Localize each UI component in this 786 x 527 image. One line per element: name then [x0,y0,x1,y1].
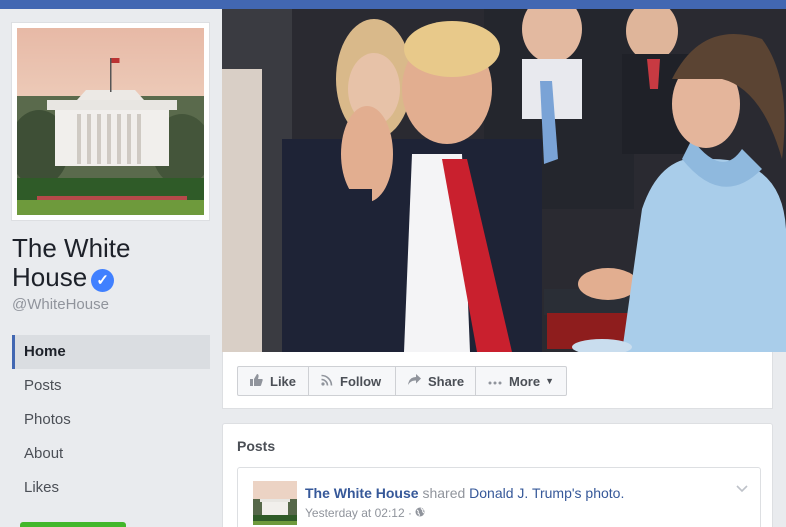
thumbs-up-icon [250,373,263,389]
like-label: Like [270,373,297,389]
sidebar-item-photos[interactable]: Photos [12,403,210,437]
sidebar-item-posts[interactable]: Posts [12,369,210,403]
post-timestamp: Yesterday at 02:12 · [305,506,425,520]
post-shared-link[interactable]: Donald J. Trump's photo. [469,485,624,501]
post-header: The White House shared Donald J. Trump's… [305,485,624,501]
rss-icon [321,374,333,389]
sidebar-item-home[interactable]: Home [12,335,210,369]
sidebar-item-likes[interactable]: Likes [12,471,210,505]
verified-badge-icon: ✓ [91,269,115,292]
share-arrow-icon [408,374,421,388]
white-house-photo [17,28,204,215]
share-label: Share [428,373,465,389]
sidebar-nav: Home Posts Photos About Likes [12,335,210,505]
like-button[interactable]: Like [237,366,309,396]
sidebar-action-button[interactable] [20,522,126,527]
page-action-bar: Like Follow Share More ▼ [222,352,773,409]
post-card: The White House shared Donald J. Trump's… [237,467,761,527]
post-time-text[interactable]: Yesterday at 02:12 · [305,506,412,520]
ellipsis-icon [488,374,502,388]
post-author-link[interactable]: The White House [305,485,419,501]
globe-icon [415,507,425,520]
sidebar-item-about[interactable]: About [12,437,210,471]
follow-label: Follow [340,373,382,389]
more-label: More [509,373,541,389]
page-title: The White House ✓ [12,234,212,292]
more-button[interactable]: More ▼ [475,366,567,396]
cover-photo[interactable] [222,9,786,352]
post-verb: shared [422,485,466,501]
follow-button[interactable]: Follow [308,366,396,396]
posts-heading[interactable]: Posts [237,438,275,454]
post-author-avatar[interactable] [253,481,297,525]
chevron-down-icon[interactable] [736,482,748,496]
posts-section: Posts The White House shared Donald J. T… [222,423,773,527]
profile-picture[interactable] [11,22,210,221]
inauguration-photo [222,9,786,352]
page-handle[interactable]: @WhiteHouse [12,296,109,313]
share-button[interactable]: Share [395,366,476,396]
top-navigation-bar [0,0,786,9]
caret-down-icon: ▼ [545,376,554,386]
